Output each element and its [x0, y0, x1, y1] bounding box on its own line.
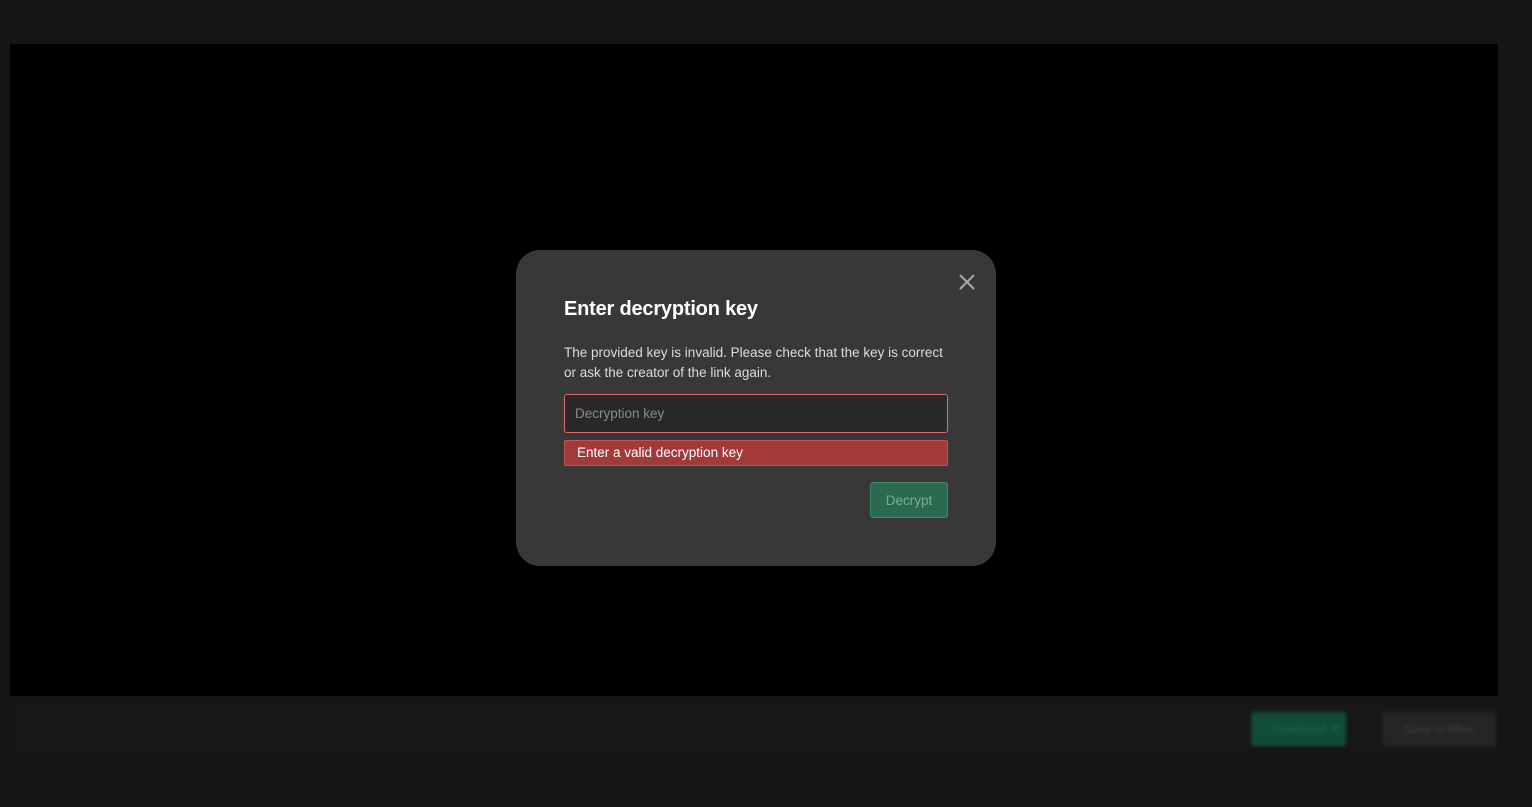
page: Download ▾ Save to Mine Enter decryption…	[0, 0, 1532, 807]
error-message: Enter a valid decryption key	[564, 440, 948, 466]
dialog-title: Enter decryption key	[564, 298, 758, 320]
decryption-key-dialog: Enter decryption key The provided key is…	[516, 250, 996, 566]
decryption-key-input[interactable]	[564, 394, 948, 433]
close-icon	[959, 274, 975, 290]
close-button[interactable]	[955, 270, 979, 294]
decrypt-button[interactable]: Decrypt	[870, 482, 948, 518]
dialog-description: The provided key is invalid. Please chec…	[564, 345, 943, 380]
